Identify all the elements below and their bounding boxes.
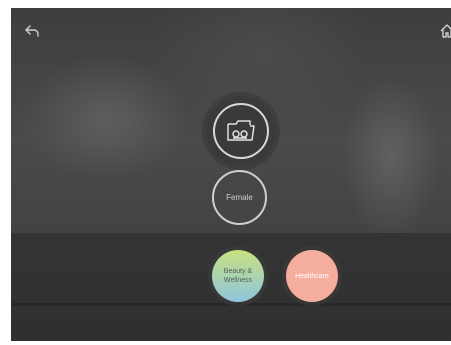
bottom-shade <box>11 303 451 341</box>
folder-button[interactable] <box>206 96 276 166</box>
female-button-label: Female <box>226 193 253 202</box>
back-button[interactable] <box>21 20 43 42</box>
beauty-wellness-button[interactable]: Beauty & Wellness <box>212 250 264 302</box>
home-button[interactable] <box>436 20 451 42</box>
healthcare-label: Healthcare <box>295 272 329 280</box>
female-button[interactable]: Female <box>212 170 267 225</box>
home-icon <box>440 24 451 38</box>
folder-button-ring <box>213 103 269 159</box>
back-arrow-icon <box>25 25 39 37</box>
folder-icon <box>227 120 255 141</box>
beauty-label-line2: Wellness <box>223 277 253 284</box>
app-screen: Female Beauty & Wellness Healthcare <box>11 8 451 341</box>
beauty-label-line1: Beauty & <box>223 268 253 275</box>
healthcare-button[interactable]: Healthcare <box>286 250 338 302</box>
